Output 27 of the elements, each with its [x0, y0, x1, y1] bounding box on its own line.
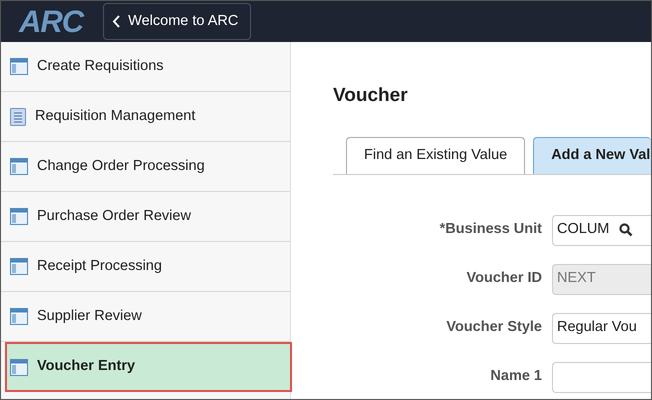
lookup-field[interactable]: COLUM — [552, 214, 651, 246]
sidebar-item[interactable]: Change Order Processing — [1, 142, 290, 192]
logo: ARC — [19, 6, 84, 37]
chevron-left-icon — [112, 15, 120, 28]
select-field[interactable]: Regular Vou — [552, 312, 651, 344]
page-icon — [10, 308, 28, 325]
tab[interactable]: Add a New Val — [533, 136, 651, 174]
sidebar-item[interactable]: Requisition Management — [1, 92, 290, 142]
input-field[interactable] — [552, 362, 651, 392]
page-icon — [10, 258, 28, 275]
field-label: Voucher ID — [466, 269, 542, 288]
tab[interactable]: Find an Existing Value — [346, 136, 526, 174]
document-icon — [10, 108, 26, 126]
field-label: Name 1 — [489, 367, 542, 386]
page-icon — [10, 58, 28, 75]
field-label: *Business Unit — [438, 220, 542, 240]
sidebar-item[interactable]: Create Requisitions — [1, 42, 290, 92]
field-label: Voucher Style — [445, 318, 542, 338]
sidebar-item[interactable]: Receipt Processing — [1, 242, 290, 292]
page-title: Voucher — [333, 84, 409, 108]
page-icon — [10, 158, 28, 175]
sidebar-item[interactable]: Purchase Order Review — [1, 192, 290, 242]
page-icon — [10, 208, 28, 225]
sidebar-item[interactable]: Voucher Entry — [5, 342, 292, 392]
search-icon[interactable] — [619, 223, 634, 237]
back-button[interactable]: Welcome to ARC — [103, 2, 252, 40]
page-icon — [10, 358, 28, 376]
